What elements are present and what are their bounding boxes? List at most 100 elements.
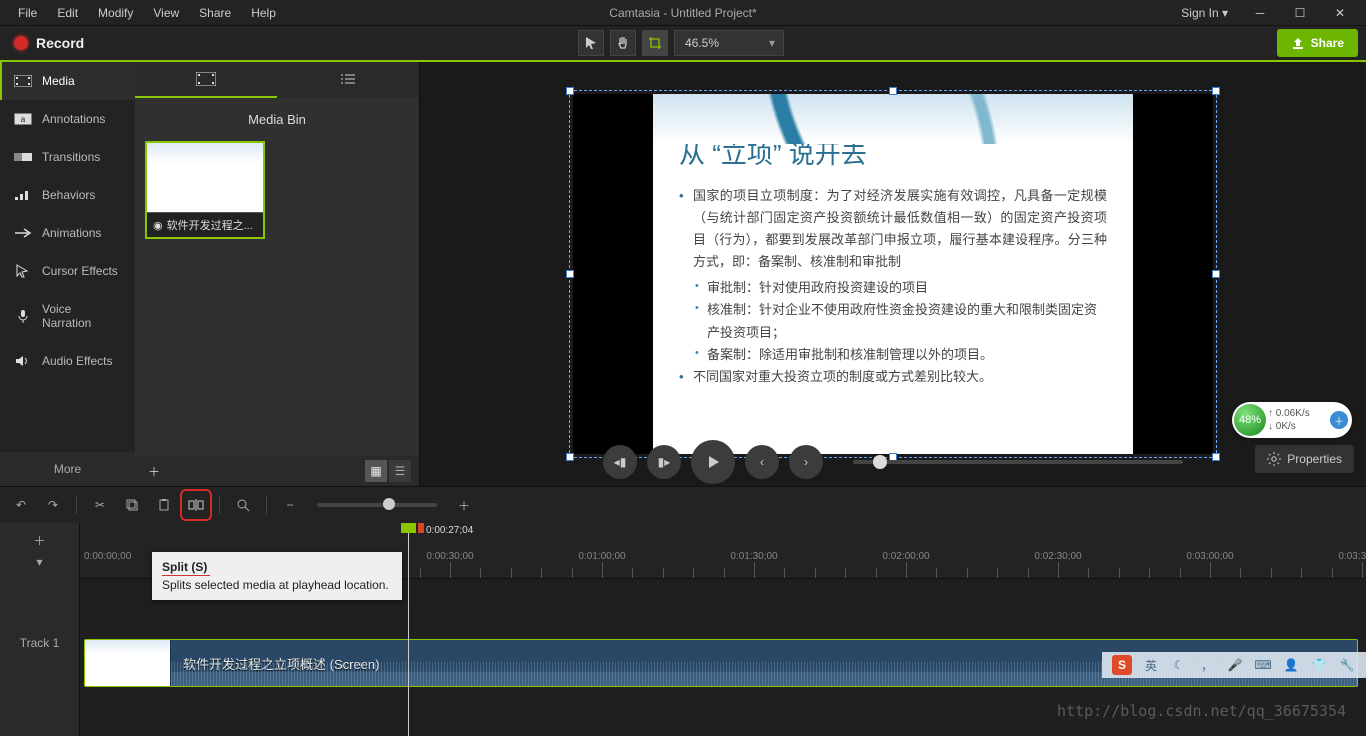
maximize-button[interactable]: ☐ bbox=[1282, 0, 1318, 26]
playhead-slider[interactable] bbox=[853, 460, 1183, 464]
timeline-search-icon[interactable] bbox=[230, 492, 256, 518]
ime-moon-icon[interactable]: ☾ bbox=[1170, 658, 1188, 672]
view-list-button[interactable]: ☰ bbox=[389, 460, 411, 482]
timeline: ↶ ↷ ✂ − ＋ ＋ ▾ Track 1 0:00:00;00 0:00:27… bbox=[0, 486, 1366, 736]
sidebar-item-voice-narration[interactable]: Voice Narration bbox=[0, 290, 135, 342]
ime-skin-icon[interactable]: 👕 bbox=[1310, 658, 1328, 672]
ime-lang[interactable]: 英 bbox=[1142, 657, 1160, 674]
canvas-frame[interactable]: 从 “立项” 说开去 国家的项目立项制度：为了对经济发展实施有效调控，凡具备一定… bbox=[573, 94, 1213, 454]
split-tooltip: Split (S) Splits selected media at playh… bbox=[152, 552, 402, 600]
add-track-button[interactable]: ＋ bbox=[29, 531, 51, 549]
network-widget[interactable]: 48% ↑ 0.06K/s ↓ 0K/s ＋ bbox=[1232, 402, 1352, 438]
sidebar-item-annotations[interactable]: a Annotations bbox=[0, 100, 135, 138]
add-media-button[interactable]: ＋ bbox=[143, 460, 165, 482]
sidebar-item-audio-effects[interactable]: Audio Effects bbox=[0, 342, 135, 380]
sidebar-item-cursor-effects[interactable]: Cursor Effects bbox=[0, 252, 135, 290]
thumbnail-preview bbox=[147, 143, 263, 213]
playhead[interactable] bbox=[408, 523, 409, 736]
tool-crop-icon[interactable] bbox=[642, 30, 668, 56]
sidebar-label: Media bbox=[42, 74, 75, 88]
slider-knob[interactable] bbox=[383, 498, 395, 510]
sidebar-label: Annotations bbox=[42, 112, 105, 126]
canvas-area[interactable]: 从 “立项” 说开去 国家的项目立项制度：为了对经济发展实施有效调控，凡具备一定… bbox=[420, 62, 1366, 486]
slide-sub-bullet: 备案制：除适用审批制和核准制管理以外的项目。 bbox=[695, 344, 1107, 366]
close-button[interactable]: ✕ bbox=[1322, 0, 1358, 26]
record-button[interactable]: Record bbox=[0, 26, 98, 60]
media-bin-title: Media Bin bbox=[135, 98, 419, 141]
clip-thumbnail bbox=[85, 640, 171, 686]
svg-text:a: a bbox=[21, 115, 26, 124]
menu-help[interactable]: Help bbox=[241, 2, 286, 24]
tool-select-icon[interactable] bbox=[578, 30, 604, 56]
ime-tool-icon[interactable]: 🔧 bbox=[1338, 658, 1356, 672]
media-tab-clips[interactable] bbox=[135, 62, 277, 98]
behavior-icon bbox=[14, 188, 32, 202]
media-tab-library[interactable] bbox=[277, 62, 419, 98]
sidebar-item-media[interactable]: Media bbox=[0, 62, 135, 100]
paste-button[interactable] bbox=[151, 492, 177, 518]
tool-row: Record 46.5% Share bbox=[0, 26, 1366, 62]
slider-knob[interactable] bbox=[873, 455, 887, 469]
copy-button[interactable] bbox=[119, 492, 145, 518]
ime-toolbar[interactable]: S 英 ☾ ， 🎤 ⌨ 👤 👕 🔧 bbox=[1102, 652, 1366, 678]
next-frame-button[interactable]: ▮▸ bbox=[647, 445, 681, 479]
memory-ball-icon: 48% bbox=[1234, 404, 1266, 436]
play-button[interactable] bbox=[691, 440, 735, 484]
view-grid-button[interactable]: ▦ bbox=[365, 460, 387, 482]
record-label: Record bbox=[36, 35, 84, 51]
media-thumbnail[interactable]: ◉软件开发过程之... bbox=[145, 141, 265, 239]
ruler-tick bbox=[1362, 562, 1363, 578]
ime-user-icon[interactable]: 👤 bbox=[1282, 658, 1300, 672]
cut-button[interactable]: ✂ bbox=[87, 492, 113, 518]
menu-share[interactable]: Share bbox=[189, 2, 241, 24]
tool-pan-icon[interactable] bbox=[610, 30, 636, 56]
resize-handle[interactable] bbox=[1212, 270, 1220, 278]
menu-modify[interactable]: Modify bbox=[88, 2, 143, 24]
thumbnail-label: ◉软件开发过程之... bbox=[147, 213, 263, 237]
sidebar-item-transitions[interactable]: Transitions bbox=[0, 138, 135, 176]
share-label: Share bbox=[1311, 36, 1344, 50]
ruler-start: 0:00:00;00 bbox=[84, 551, 131, 562]
sidebar-label: Voice Narration bbox=[42, 302, 123, 330]
menu-edit[interactable]: Edit bbox=[47, 2, 88, 24]
resize-handle[interactable] bbox=[1212, 87, 1220, 95]
widget-plus-icon[interactable]: ＋ bbox=[1330, 411, 1348, 429]
track-header[interactable]: Track 1 bbox=[0, 579, 79, 706]
ime-punct-icon[interactable]: ， bbox=[1198, 657, 1216, 674]
track-options-button[interactable]: ▾ bbox=[29, 553, 51, 571]
sidebar: Media a Annotations Transitions Behavior… bbox=[0, 62, 135, 486]
slide-bullet: 国家的项目立项制度：为了对经济发展实施有效调控，凡具备一定规模（与统计部门固定资… bbox=[679, 185, 1107, 273]
minimize-button[interactable]: ─ bbox=[1242, 0, 1278, 26]
slide-sub-bullet: 核准制：针对企业不使用政府性资金投资建设的重大和限制类固定资产投资项目； bbox=[695, 299, 1107, 343]
zoom-in-button[interactable]: ＋ bbox=[451, 492, 477, 518]
prev-frame-button[interactable]: ◂▮ bbox=[603, 445, 637, 479]
prev-marker-button[interactable]: ‹ bbox=[745, 445, 779, 479]
sidebar-item-behaviors[interactable]: Behaviors bbox=[0, 176, 135, 214]
ime-keyboard-icon[interactable]: ⌨ bbox=[1254, 658, 1272, 672]
zoom-out-button[interactable]: − bbox=[277, 492, 303, 518]
sidebar-more[interactable]: More bbox=[0, 452, 135, 486]
sogou-ime-icon[interactable]: S bbox=[1112, 655, 1132, 675]
playback-bar: ◂▮ ▮▸ ‹ › Properties bbox=[420, 438, 1366, 486]
cursor-icon bbox=[14, 264, 32, 278]
properties-button[interactable]: Properties bbox=[1255, 445, 1354, 473]
split-button[interactable] bbox=[183, 492, 209, 518]
sidebar-label: Transitions bbox=[42, 150, 100, 164]
gear-icon bbox=[1267, 452, 1281, 466]
timeline-zoom-slider[interactable] bbox=[317, 503, 437, 507]
sidebar-label: Animations bbox=[42, 226, 101, 240]
sign-in-button[interactable]: Sign In ▾ bbox=[1171, 2, 1238, 24]
menu-view[interactable]: View bbox=[143, 2, 189, 24]
ime-mic-icon[interactable]: 🎤 bbox=[1226, 658, 1244, 672]
redo-button[interactable]: ↷ bbox=[40, 492, 66, 518]
next-marker-button[interactable]: › bbox=[789, 445, 823, 479]
sidebar-item-animations[interactable]: Animations bbox=[0, 214, 135, 252]
ruler-tick bbox=[754, 562, 755, 578]
share-button[interactable]: Share bbox=[1277, 29, 1358, 57]
menu-file[interactable]: File bbox=[8, 2, 47, 24]
speaker-icon bbox=[14, 354, 32, 368]
undo-button[interactable]: ↶ bbox=[8, 492, 34, 518]
timeline-toolbar: ↶ ↷ ✂ − ＋ bbox=[0, 487, 1366, 523]
ruler-label: 0:01:00;00 bbox=[578, 551, 625, 562]
zoom-select[interactable]: 46.5% bbox=[674, 30, 784, 56]
